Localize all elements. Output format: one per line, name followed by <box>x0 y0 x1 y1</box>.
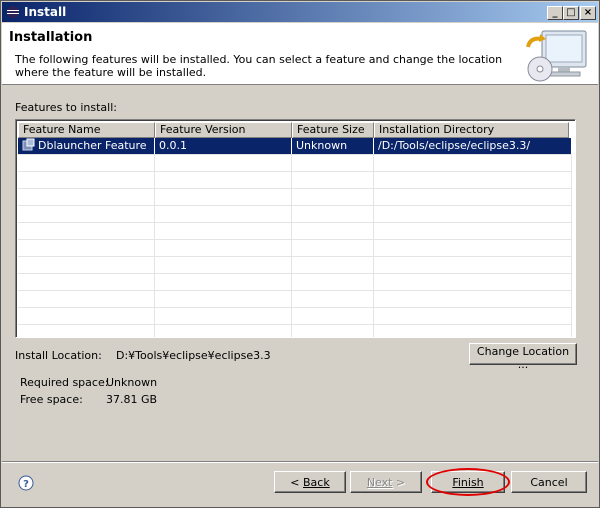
back-label: Back <box>303 475 330 489</box>
finish-button[interactable]: Finish <box>431 471 505 493</box>
features-table[interactable]: Feature Name Feature Version Feature Siz… <box>15 119 576 338</box>
change-location-button[interactable]: Change Location ... <box>469 343 577 371</box>
empty-row <box>18 155 572 172</box>
free-space-label: Free space: <box>20 393 83 406</box>
title-bar[interactable]: Install _ □ × <box>2 2 598 22</box>
cell-installation-directory: /D:/Tools/eclipse/eclipse3.3/ <box>374 138 572 154</box>
next-label: Next <box>366 475 393 489</box>
eclipse-icon <box>7 6 19 18</box>
cancel-button[interactable]: Cancel <box>511 471 587 493</box>
svg-text:?: ? <box>23 479 29 490</box>
cell-feature-version: 0.0.1 <box>155 138 292 154</box>
help-icon[interactable]: ? <box>18 475 34 491</box>
empty-row <box>18 291 572 308</box>
empty-row <box>18 274 572 291</box>
footer-separator <box>2 461 598 463</box>
column-header-installation-directory[interactable]: Installation Directory <box>374 122 569 138</box>
close-button[interactable]: × <box>580 6 596 20</box>
page-title: Installation <box>9 30 93 45</box>
maximize-button[interactable]: □ <box>563 6 579 20</box>
feature-name: Dblauncher Feature <box>38 139 147 152</box>
cell-feature-name: Dblauncher Feature <box>18 138 155 154</box>
empty-row <box>18 189 572 206</box>
window-title: Install <box>24 5 67 19</box>
empty-row <box>18 308 572 325</box>
install-cd-monitor-icon <box>526 30 587 82</box>
required-space-value: Unknown <box>106 376 158 389</box>
required-space-label: Required space: <box>20 376 109 389</box>
install-location-value: D:¥Tools¥eclipse¥eclipse3.3 <box>116 349 271 362</box>
column-header-feature-name[interactable]: Feature Name <box>18 122 155 138</box>
column-header-feature-size[interactable]: Feature Size <box>292 122 374 138</box>
back-arrow: < <box>290 475 300 489</box>
empty-row <box>18 325 572 337</box>
finish-label: Finish <box>452 475 484 489</box>
table-row[interactable]: Dblauncher Feature 0.0.1 Unknown /D:/Too… <box>18 138 572 155</box>
cell-feature-size: Unknown <box>292 138 374 154</box>
empty-row <box>18 240 572 257</box>
install-location-label: Install Location: <box>15 349 102 362</box>
wizard-header: Installation The following features will… <box>2 23 598 85</box>
features-label: Features to install: <box>15 101 117 114</box>
column-header-feature-version[interactable]: Feature Version <box>155 122 292 138</box>
table-body: Dblauncher Feature 0.0.1 Unknown /D:/Too… <box>18 138 573 337</box>
minimize-button[interactable]: _ <box>547 6 563 20</box>
empty-row <box>18 257 572 274</box>
next-arrow: > <box>395 475 406 489</box>
table-header: Feature Name Feature Version Feature Siz… <box>18 122 569 138</box>
free-space-value: 37.81 GB <box>106 393 158 406</box>
page-description: The following features will be installed… <box>15 53 503 79</box>
empty-row <box>18 172 572 189</box>
feature-plugin-icon <box>22 138 35 151</box>
next-button[interactable]: Next > <box>350 471 422 493</box>
back-button[interactable]: < Back <box>274 471 346 493</box>
empty-row <box>18 206 572 223</box>
install-dialog: Install _ □ × Installation The following… <box>0 0 600 508</box>
empty-row <box>18 223 572 240</box>
